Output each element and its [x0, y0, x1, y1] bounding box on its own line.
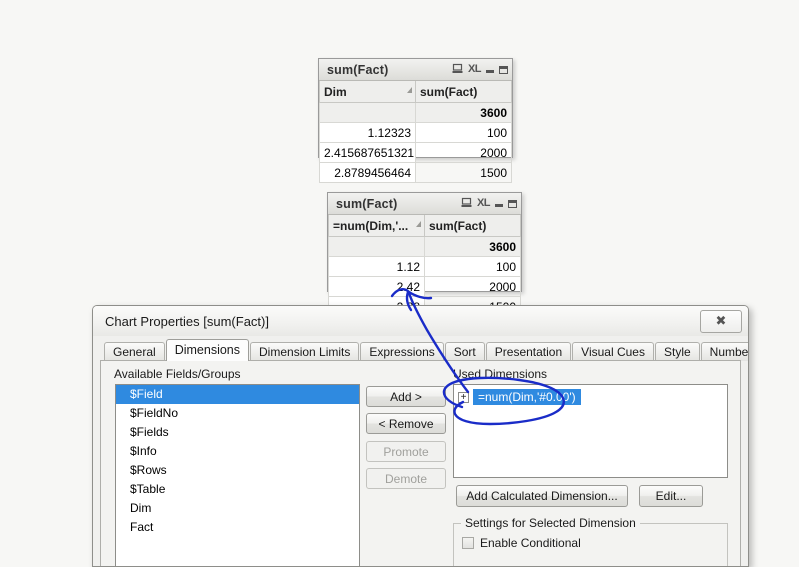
chart-2-header-row: =num(Dim,'... sum(Fact) [328, 215, 521, 237]
chart-2-title: sum(Fact) [336, 196, 398, 211]
close-icon[interactable]: ✖ [700, 309, 742, 333]
chart-2-r1-val[interactable]: 2000 [424, 276, 521, 297]
available-fields-listbox[interactable]: $Field $FieldNo $Fields $Info $Rows $Tab… [115, 384, 360, 566]
used-dimensions-listbox[interactable]: + =num(Dim,'#0.00') [453, 384, 728, 478]
chart-1-r1-val[interactable]: 2000 [415, 142, 512, 163]
enable-conditional-checkbox[interactable] [462, 537, 474, 549]
enable-conditional-row[interactable]: Enable Conditional [462, 536, 581, 550]
list-item[interactable]: Fact [116, 518, 359, 537]
chart-1-r2-val[interactable]: 1500 [415, 162, 512, 183]
chart-2-col-fact[interactable]: sum(Fact) [424, 215, 521, 237]
excel-export-icon[interactable]: XL [468, 64, 482, 75]
dimensions-tab-page: Available Fields/Groups $Field $FieldNo … [100, 360, 741, 566]
tab-dimensions[interactable]: Dimensions [165, 339, 250, 361]
panel-icon[interactable] [461, 197, 472, 210]
enable-conditional-label: Enable Conditional [480, 536, 581, 550]
available-fields-label: Available Fields/Groups [114, 367, 241, 381]
chart-2-r0-val[interactable]: 100 [424, 256, 521, 277]
demote-button: Demote [366, 468, 446, 489]
tab-expressions[interactable]: Expressions [360, 342, 444, 361]
expand-plus-icon[interactable]: + [458, 391, 469, 403]
chart-1-caption-icons: XL [452, 63, 508, 76]
list-item[interactable]: $Fields [116, 423, 359, 442]
chart-2-total-row: 3600 [328, 236, 521, 257]
tab-general[interactable]: General [104, 342, 165, 361]
excel-export-icon[interactable]: XL [477, 198, 491, 209]
table-row[interactable]: 2.8789456464 1500 [319, 162, 512, 183]
add-button[interactable]: Add > [366, 386, 446, 407]
chart-1-r0-val[interactable]: 100 [415, 122, 512, 143]
tab-strip: General Dimensions Dimension Limits Expr… [100, 339, 748, 361]
chart-1-r0-dim[interactable]: 1.12323 [319, 122, 416, 143]
used-dimension-item[interactable]: =num(Dim,'#0.00') [473, 389, 581, 405]
chart-1-total-value: 3600 [415, 102, 512, 123]
tab-style[interactable]: Style [654, 342, 700, 361]
tab-sort[interactable]: Sort [444, 342, 485, 361]
list-item[interactable]: Dim [116, 499, 359, 518]
chart-2-caption-bar[interactable]: sum(Fact) XL [328, 193, 521, 215]
list-item[interactable]: $Rows [116, 461, 359, 480]
chart-1-r2-dim[interactable]: 2.8789456464 [319, 162, 416, 183]
used-dimension-row[interactable]: + =num(Dim,'#0.00') [458, 389, 581, 405]
chart-1-r1-dim[interactable]: 2.415687651321 [319, 142, 416, 163]
screen-canvas: sum(Fact) XL Dim sum(Fact) 3600 1.12323 … [0, 0, 799, 567]
chart-1-table: Dim sum(Fact) 3600 1.12323 100 2.4156876… [319, 81, 512, 183]
chart-1-col-dim[interactable]: Dim [319, 81, 416, 103]
tab-visual-cues[interactable]: Visual Cues [572, 342, 654, 361]
add-calculated-dimension-button[interactable]: Add Calculated Dimension... [456, 485, 628, 507]
table-row[interactable]: 2.415687651321 2000 [319, 142, 512, 163]
promote-button: Promote [366, 441, 446, 462]
chart-1-total-row: 3600 [319, 102, 512, 123]
edit-button[interactable]: Edit... [639, 485, 703, 507]
settings-group-title: Settings for Selected Dimension [461, 516, 640, 530]
chart-2-total-dim [328, 236, 425, 257]
used-dimensions-label: Used Dimensions [453, 367, 548, 381]
chart-2-table: =num(Dim,'... sum(Fact) 3600 1.12 100 2.… [328, 215, 521, 317]
chart-properties-dialog[interactable]: Chart Properties [sum(Fact)] ✖ General D… [92, 305, 749, 567]
chart-1-header-row: Dim sum(Fact) [319, 81, 512, 103]
chart-2-r0-dim[interactable]: 1.12 [328, 256, 425, 277]
list-item[interactable]: $Info [116, 442, 359, 461]
maximize-icon[interactable] [508, 199, 517, 208]
chart-1-caption-bar[interactable]: sum(Fact) XL [319, 59, 512, 81]
chart-2-col-dim[interactable]: =num(Dim,'... [328, 215, 425, 237]
chart-1-title: sum(Fact) [327, 62, 389, 77]
remove-button[interactable]: < Remove [366, 413, 446, 434]
dialog-title-bar[interactable]: Chart Properties [sum(Fact)] ✖ [93, 306, 748, 336]
table-row[interactable]: 1.12323 100 [319, 122, 512, 143]
settings-for-selected-dimension-group: Settings for Selected Dimension Enable C… [453, 516, 728, 566]
chart-1-col-fact[interactable]: sum(Fact) [415, 81, 512, 103]
panel-icon[interactable] [452, 63, 463, 76]
chart-window-1[interactable]: sum(Fact) XL Dim sum(Fact) 3600 1.12323 … [318, 58, 513, 183]
dialog-body: General Dimensions Dimension Limits Expr… [100, 339, 748, 566]
table-row[interactable]: 2.42 2000 [328, 276, 521, 297]
chart-2-caption-icons: XL [461, 197, 517, 210]
minimize-icon[interactable] [486, 70, 494, 73]
table-row[interactable]: 1.12 100 [328, 256, 521, 277]
maximize-icon[interactable] [499, 65, 508, 74]
page-title: Chart Properties [sum(Fact)] [105, 313, 269, 329]
chart-window-2[interactable]: sum(Fact) XL =num(Dim,'... sum(Fact) 360… [327, 192, 522, 317]
chart-1-total-dim [319, 102, 416, 123]
list-item[interactable]: $Table [116, 480, 359, 499]
tab-number[interactable]: Number [700, 342, 748, 361]
tab-presentation[interactable]: Presentation [485, 342, 572, 361]
minimize-icon[interactable] [495, 204, 503, 207]
tab-dimension-limits[interactable]: Dimension Limits [250, 342, 360, 361]
list-item[interactable]: $FieldNo [116, 404, 359, 423]
chart-2-r1-dim[interactable]: 2.42 [328, 276, 425, 297]
list-item[interactable]: $Field [116, 385, 359, 404]
chart-2-total-value: 3600 [424, 236, 521, 257]
